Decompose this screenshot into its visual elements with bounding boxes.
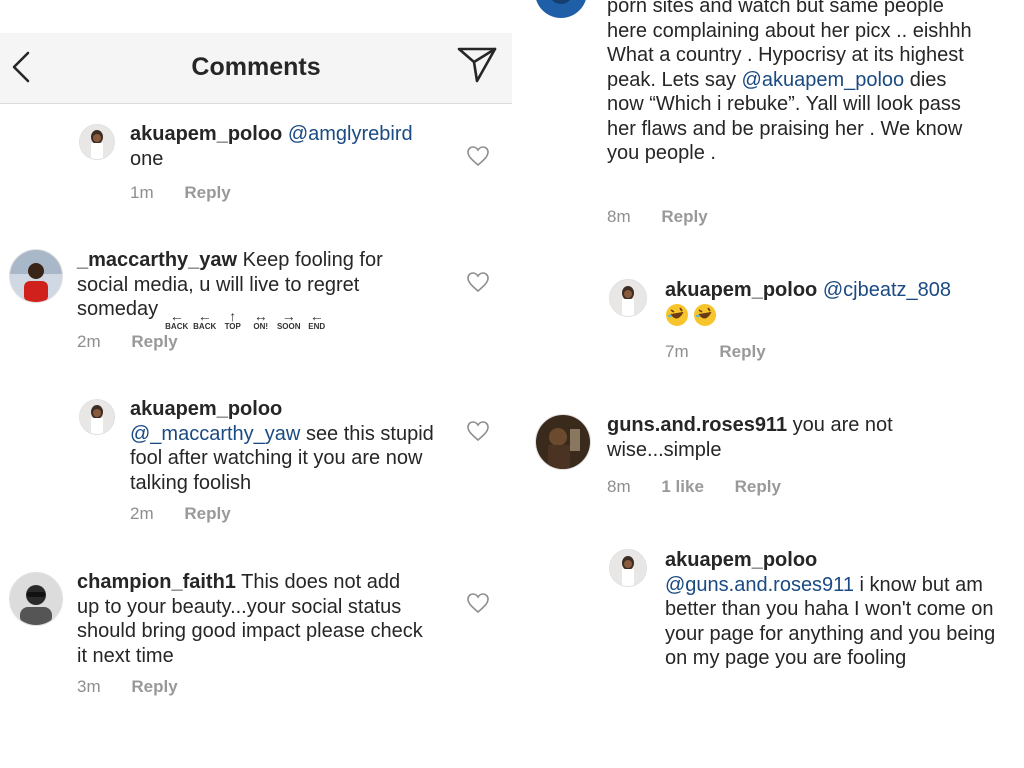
mention-link[interactable]: @amglyrebird [288, 123, 413, 145]
comment-username[interactable]: akuapem_poloo [130, 123, 282, 145]
comments-header: Comments [0, 33, 512, 104]
heart-icon[interactable] [466, 420, 490, 442]
comment-username[interactable]: akuapem_poloo [665, 279, 817, 301]
comment-text: akuapem_poloo @guns.and.roses911 i know … [665, 548, 1000, 671]
heart-icon[interactable] [466, 592, 490, 614]
comment-time: 2m [130, 504, 154, 523]
keycap-emoji: ↑ TOP [224, 308, 241, 331]
heart-icon[interactable] [466, 271, 490, 293]
comment-username[interactable]: akuapem_poloo [130, 398, 282, 420]
comment-time: 2m [77, 332, 101, 351]
avatar[interactable] [79, 399, 115, 435]
comment-meta: 3m Reply [77, 677, 204, 697]
mention-link[interactable]: @_maccarthy_yaw [130, 423, 300, 445]
comment-body: one [130, 147, 164, 170]
avatar[interactable] [609, 279, 647, 317]
rolling-on-floor-laughing-emoji [665, 303, 721, 327]
avatar[interactable] [535, 414, 591, 470]
comment-time: 1m [130, 183, 154, 202]
comment-meta: 1m Reply [130, 183, 257, 203]
comment-meta: 8m 1 like Reply [607, 477, 807, 497]
avatar[interactable] [79, 124, 115, 160]
comment-meta: 2m Reply [77, 332, 204, 352]
comment-username[interactable]: _maccarthy_yaw [77, 249, 237, 271]
reply-button[interactable]: Reply [719, 342, 765, 361]
comment-text: _maccarthy_yaw Keep fooling for social m… [77, 248, 407, 331]
mention-link[interactable]: @guns.and.roses911 [665, 574, 854, 596]
comment-meta: 7m Reply [665, 342, 792, 362]
comment-username[interactable]: akuapem_poloo [665, 549, 817, 571]
arrow-keycaps: ← BACK ← BACK ↑ TOP ↔ ON! → SOON ← END [164, 308, 330, 331]
comment-text: guns.and.roses911 you are not wise...sim… [607, 413, 967, 462]
avatar[interactable] [9, 249, 63, 303]
comment-text: porn sites and watch but same people her… [607, 0, 987, 166]
comment-time: 8m [607, 477, 631, 496]
comment-meta: 8m Reply [607, 207, 734, 227]
keycap-emoji: → SOON [276, 308, 301, 331]
comment-time: 3m [77, 677, 101, 696]
comment-text: champion_faith1 This does not add up to … [77, 570, 427, 668]
reply-button[interactable]: Reply [131, 332, 177, 351]
reply-button[interactable]: Reply [735, 477, 781, 496]
comment-text: akuapem_poloo @_maccarthy_yaw see this s… [130, 397, 450, 495]
likes-count[interactable]: 1 like [661, 477, 704, 496]
mention-link[interactable]: @cjbeatz_808 [823, 279, 951, 301]
heart-icon[interactable] [466, 145, 490, 167]
comment-meta: 2m Reply [130, 504, 257, 524]
reply-button[interactable]: Reply [661, 207, 707, 226]
keycap-emoji: ← BACK [165, 308, 189, 331]
comment-username[interactable]: guns.and.roses911 [607, 414, 787, 436]
reply-button[interactable]: Reply [184, 183, 230, 202]
left-screenshot-panel: Comments akuapem_poloo @amglyrebird one … [0, 0, 512, 768]
comment-text: akuapem_poloo @amglyrebird one [130, 122, 450, 171]
avatar[interactable] [535, 0, 587, 18]
comment-text: akuapem_poloo @cjbeatz_808 [665, 278, 1005, 328]
page-title: Comments [191, 53, 321, 81]
keycap-emoji: ← BACK [193, 308, 217, 331]
comment-time: 7m [665, 342, 689, 361]
reply-button[interactable]: Reply [184, 504, 230, 523]
reply-button[interactable]: Reply [131, 677, 177, 696]
keycap-emoji: ↔ ON! [253, 308, 269, 331]
right-screenshot-panel: porn sites and watch but same people her… [512, 0, 1024, 768]
avatar[interactable] [609, 549, 647, 587]
avatar[interactable] [9, 572, 63, 626]
paper-plane-icon[interactable] [456, 46, 498, 84]
mention-link[interactable]: @akuapem_poloo [742, 69, 905, 91]
comment-username[interactable]: champion_faith1 [77, 571, 236, 593]
keycap-emoji: ← END [308, 308, 326, 331]
comment-time: 8m [607, 207, 631, 226]
